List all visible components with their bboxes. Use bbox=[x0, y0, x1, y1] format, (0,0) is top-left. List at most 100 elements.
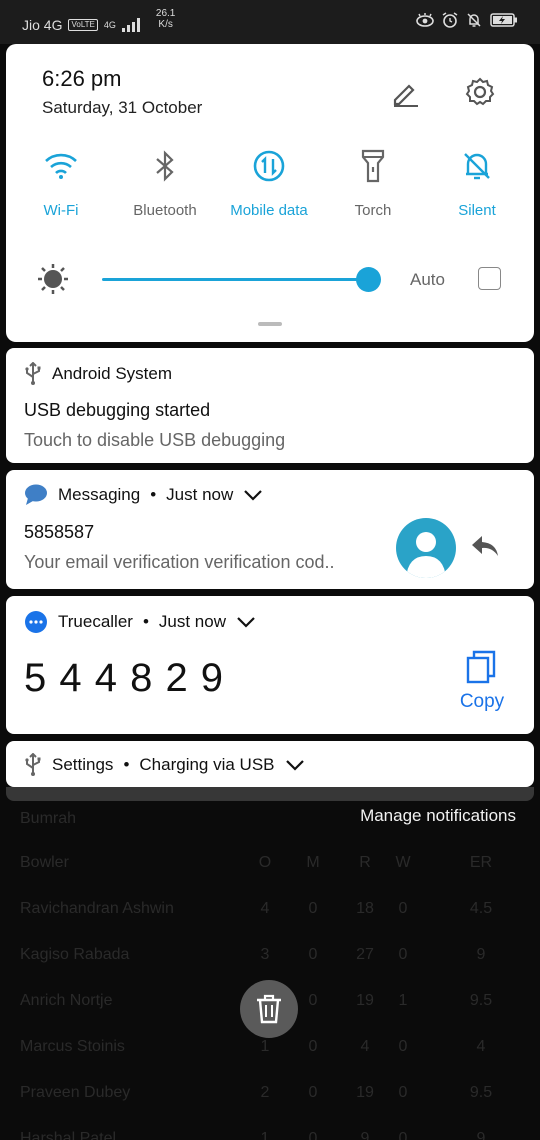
notification-header: Android System bbox=[24, 362, 172, 386]
bg-row: Kagiso Rabada 3 0 27 0 9 bbox=[20, 946, 520, 966]
notification-time: Just now bbox=[166, 485, 234, 504]
copy-label: Copy bbox=[459, 691, 505, 712]
chevron-down-icon[interactable] bbox=[285, 759, 305, 771]
bg-stat: 9 bbox=[360, 1130, 370, 1140]
tile-label: Wi-Fi bbox=[43, 202, 79, 219]
edit-button[interactable] bbox=[390, 78, 420, 113]
app-name: Truecaller bbox=[58, 612, 133, 631]
status-left: Jio 4G VoLTE 4G 26.1 K/s bbox=[22, 8, 175, 36]
notification-text: Charging via USB bbox=[139, 755, 275, 774]
bluetooth-icon bbox=[113, 144, 217, 188]
bg-stat: 0 bbox=[308, 900, 318, 917]
brightness-slider[interactable] bbox=[102, 278, 370, 281]
bg-stat: 9.5 bbox=[469, 992, 493, 1009]
bg-stat: 1 bbox=[260, 1038, 270, 1055]
notification-messaging[interactable]: Messaging • Just now 5858587 Your email … bbox=[6, 470, 534, 589]
tile-torch[interactable]: Torch bbox=[321, 144, 425, 219]
torch-icon bbox=[321, 144, 425, 188]
bg-stat: 18 bbox=[356, 900, 374, 917]
volte-badge: VoLTE bbox=[68, 19, 98, 31]
bg-stat: 0 bbox=[398, 1038, 408, 1055]
bg-header: R bbox=[359, 854, 371, 871]
notification-truecaller[interactable]: Truecaller • Just now 5 4 4 8 2 9 Copy bbox=[6, 596, 534, 734]
auto-brightness-checkbox[interactable] bbox=[478, 267, 501, 290]
bg-stat: 0 bbox=[308, 946, 318, 963]
manage-notifications-button[interactable]: Manage notifications bbox=[360, 806, 516, 826]
trash-icon bbox=[257, 994, 281, 1024]
notification-text: Touch to disable USB debugging bbox=[24, 430, 286, 450]
notification-title: USB debugging started bbox=[24, 400, 211, 420]
app-name: Android System bbox=[52, 364, 172, 383]
bg-stat: 27 bbox=[356, 946, 374, 963]
bg-stat: 2 bbox=[260, 1084, 270, 1101]
chevron-down-icon[interactable] bbox=[236, 616, 256, 628]
bg-stat: 19 bbox=[356, 1084, 374, 1101]
otp-code: 5 4 4 8 2 9 bbox=[24, 656, 225, 700]
drag-handle[interactable] bbox=[258, 322, 282, 326]
bg-row: Harshal Patel 1 0 9 0 9 bbox=[20, 1130, 520, 1140]
network-speed: 26.1 K/s bbox=[156, 8, 175, 30]
tile-wifi[interactable]: Wi-Fi bbox=[9, 144, 113, 219]
signal-icon bbox=[121, 18, 140, 32]
bg-stat: 0 bbox=[398, 946, 408, 963]
silent-icon bbox=[467, 13, 481, 27]
app-name: Settings bbox=[52, 755, 114, 774]
tile-bluetooth[interactable]: Bluetooth bbox=[113, 144, 217, 219]
bg-bowler-name: Marcus Stoinis bbox=[20, 1038, 125, 1055]
sender-number: 5858587 bbox=[24, 522, 95, 542]
notification-android-system[interactable]: Android System USB debugging started Tou… bbox=[6, 348, 534, 463]
bg-bowler-name: Kagiso Rabada bbox=[20, 946, 130, 963]
bg-stat: 4.5 bbox=[469, 900, 493, 917]
bg-stat: 0 bbox=[398, 1084, 408, 1101]
bg-row: Praveen Dubey 2 0 19 0 9.5 bbox=[20, 1084, 520, 1104]
usb-icon bbox=[25, 362, 41, 385]
pencil-icon bbox=[393, 84, 418, 107]
bg-player-name: Bumrah bbox=[20, 810, 77, 827]
tile-label: Torch bbox=[354, 202, 392, 219]
brightness-slider-thumb[interactable] bbox=[356, 267, 381, 292]
notification-header: Settings • Charging via USB bbox=[24, 753, 305, 777]
bg-stat: 9.5 bbox=[469, 1084, 493, 1101]
tile-silent[interactable]: Silent bbox=[425, 144, 529, 219]
status-right bbox=[416, 12, 518, 28]
reply-icon[interactable] bbox=[470, 534, 500, 558]
brightness-icon bbox=[38, 264, 68, 299]
bg-stat: 19 bbox=[356, 992, 374, 1009]
net-type: 4G bbox=[103, 20, 116, 30]
wifi-icon bbox=[9, 144, 113, 188]
bg-stat: 0 bbox=[308, 1038, 318, 1055]
avatar bbox=[396, 518, 456, 578]
tile-label: Mobile data bbox=[230, 202, 308, 219]
clear-all-button[interactable] bbox=[240, 980, 298, 1038]
bg-header: ER bbox=[469, 854, 493, 871]
auto-brightness-label: Auto bbox=[410, 270, 445, 289]
copy-button[interactable]: Copy bbox=[452, 650, 512, 713]
settings-button[interactable] bbox=[464, 76, 496, 113]
battery-icon bbox=[490, 13, 517, 27]
speed-unit: K/s bbox=[158, 19, 173, 30]
mobile-data-icon bbox=[217, 144, 321, 188]
copy-icon bbox=[466, 650, 496, 684]
bg-row: Marcus Stoinis 1 0 4 0 4 bbox=[20, 1038, 520, 1058]
bg-header: Bowler bbox=[20, 854, 69, 871]
silent-bell-icon bbox=[425, 144, 529, 188]
bg-bowler-name: Praveen Dubey bbox=[20, 1084, 131, 1101]
quick-settings-panel: 6:26 pm Saturday, 31 October Wi-Fi Bluet… bbox=[6, 44, 534, 342]
notification-text: Your email verification verification cod… bbox=[24, 552, 335, 572]
tile-label: Silent bbox=[458, 202, 496, 219]
bg-header: M bbox=[306, 854, 320, 871]
chevron-down-icon[interactable] bbox=[243, 489, 263, 501]
bg-row: Ravichandran Ashwin 4 0 18 0 4.5 bbox=[20, 900, 520, 920]
bg-stat: 1 bbox=[398, 992, 408, 1009]
bg-header: W bbox=[395, 854, 411, 871]
usb-icon bbox=[25, 753, 41, 776]
speed-value: 26.1 bbox=[155, 8, 176, 19]
clock-time: 6:26 pm bbox=[42, 66, 122, 91]
tile-mobile-data[interactable]: Mobile data bbox=[217, 144, 321, 219]
notification-header: Messaging • Just now bbox=[24, 484, 263, 506]
bg-stat: 1 bbox=[260, 1130, 270, 1140]
truecaller-icon bbox=[25, 611, 47, 633]
bg-header-row: Bowler O M R W ER bbox=[20, 854, 520, 874]
notification-settings[interactable]: Settings • Charging via USB bbox=[6, 741, 534, 787]
bg-bowler-name: Ravichandran Ashwin bbox=[20, 900, 174, 917]
